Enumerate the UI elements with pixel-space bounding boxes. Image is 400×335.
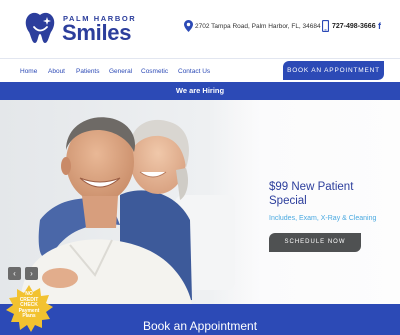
address-text: 2702 Tampa Road, Palm Harbor, FL, 34684 — [195, 23, 321, 30]
book-appointment-bar[interactable]: Book an Appointment — [0, 304, 400, 335]
badge-line-5: Plans — [22, 313, 36, 320]
tooth-logo-icon — [25, 12, 55, 43]
payment-plans-badge[interactable]: NO CREDIT CHECK Payment Plans — [4, 291, 54, 320]
nav-item-contact-us[interactable]: Contact Us — [178, 68, 210, 75]
chevron-right-icon[interactable]: › — [25, 267, 38, 280]
chevron-left-icon[interactable]: ‹ — [8, 267, 21, 280]
hero-slider: $99 New Patient Special Includes, Exam, … — [0, 100, 400, 304]
nav-item-cosmetic[interactable]: Cosmetic — [141, 68, 168, 75]
schedule-now-button[interactable]: SCHEDULE NOW — [269, 233, 361, 252]
page: PALM HARBOR Smiles 2702 Tampa Road, Palm… — [0, 0, 400, 335]
site-header: PALM HARBOR Smiles 2702 Tampa Road, Palm… — [0, 0, 400, 58]
hero-title: $99 New Patient Special — [269, 181, 354, 207]
phone-link[interactable]: 727-498-3666 — [332, 23, 376, 30]
nav-item-about[interactable]: About — [48, 68, 65, 75]
facebook-icon[interactable]: f — [378, 21, 381, 31]
hero-subtitle: Includes, Exam, X-Ray & Cleaning — [269, 215, 377, 222]
hero-photo-couple — [0, 100, 260, 304]
hiring-banner[interactable]: We are Hiring — [0, 82, 400, 100]
nav-item-home[interactable]: Home — [20, 68, 37, 75]
book-appointment-button[interactable]: BOOK AN APPOINTMENT — [283, 61, 384, 80]
mobile-phone-icon — [322, 20, 329, 32]
location-pin-icon — [184, 20, 193, 32]
nav-item-patients[interactable]: Patients — [76, 68, 100, 75]
logo[interactable]: PALM HARBOR Smiles — [22, 10, 142, 46]
nav-item-general[interactable]: General — [109, 68, 132, 75]
logo-wordmark: Smiles — [62, 20, 132, 45]
